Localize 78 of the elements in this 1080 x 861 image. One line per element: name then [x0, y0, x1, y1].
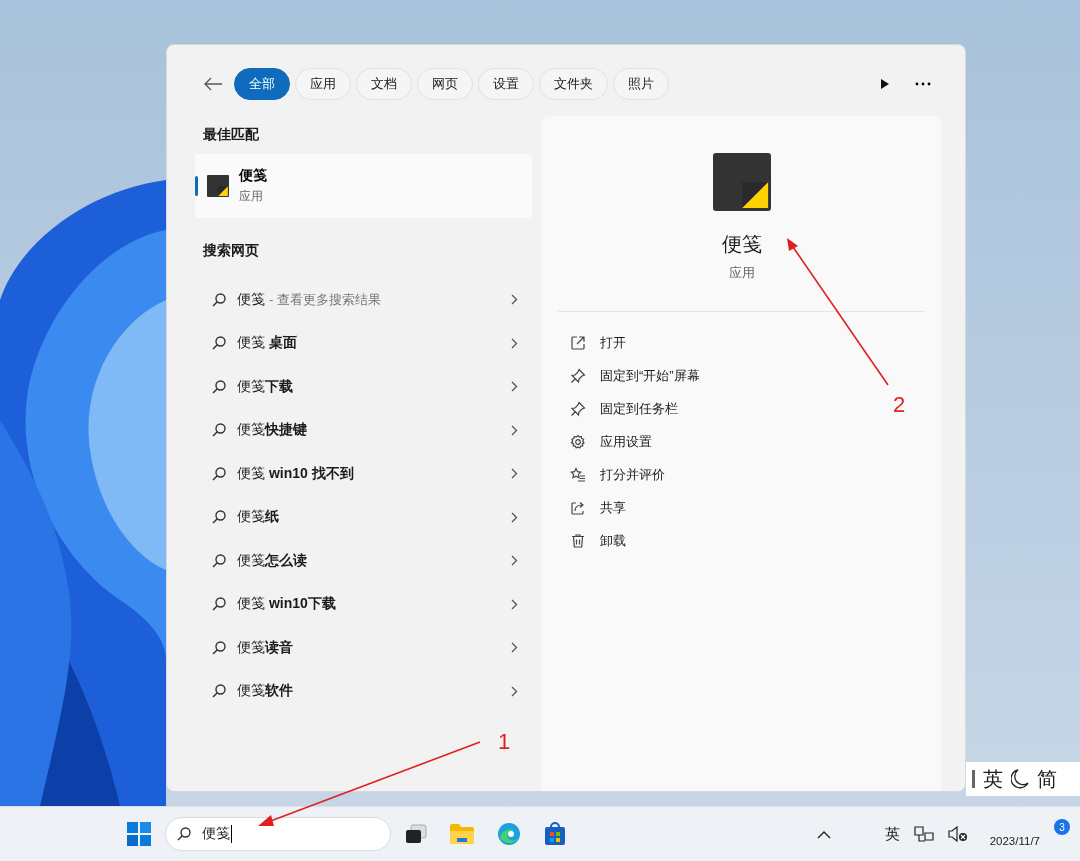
- trash-icon: [570, 532, 586, 549]
- open-external-icon: [570, 334, 586, 351]
- web-suggestion[interactable]: 便笺软件: [195, 669, 532, 713]
- search-icon: [211, 596, 227, 613]
- annotation-label: 1: [498, 729, 511, 755]
- annotation-label: 2: [893, 392, 906, 418]
- web-suggestion[interactable]: 便笺读音: [195, 626, 532, 670]
- chevron-icon: [511, 381, 518, 393]
- notification-badge[interactable]: 3: [1054, 819, 1070, 835]
- chevron-icon: [511, 511, 518, 523]
- search-icon: [211, 683, 227, 700]
- action-item[interactable]: 应用设置: [542, 425, 941, 458]
- filter-tab[interactable]: 设置: [478, 68, 534, 100]
- search-icon: [211, 639, 227, 656]
- chevron-up-icon[interactable]: [816, 829, 831, 839]
- browser-icon[interactable]: [497, 822, 521, 846]
- store-icon[interactable]: [543, 822, 567, 846]
- ime-indicator[interactable]: 英: [884, 824, 900, 844]
- settings-icon: [570, 433, 586, 450]
- search-icon: [211, 291, 227, 308]
- taskbar-search-field[interactable]: 便笺: [165, 817, 391, 851]
- chevron-icon: [511, 555, 518, 567]
- web-suggestion[interactable]: 便笺 win10下载: [195, 582, 532, 626]
- ime-mode[interactable]: 英: [983, 765, 1003, 793]
- pin-icon: [570, 400, 586, 417]
- section-heading: 最佳匹配: [202, 125, 260, 144]
- filter-tab[interactable]: 应用: [295, 68, 351, 100]
- app-title: 便笺: [721, 232, 762, 257]
- filter-tab[interactable]: 全部: [234, 68, 290, 100]
- start-button[interactable]: [127, 822, 151, 846]
- clock-date[interactable]: 2023/11/7: [989, 821, 1040, 847]
- action-item[interactable]: 打开: [542, 326, 941, 359]
- search-icon: [211, 552, 227, 569]
- folder-icon[interactable]: [449, 823, 475, 845]
- web-suggestion[interactable]: 便笺快捷键: [195, 408, 532, 452]
- chevron-icon: [511, 294, 518, 306]
- web-suggestion[interactable]: 便笺纸: [195, 495, 532, 539]
- filter-tab[interactable]: 网页: [417, 68, 473, 100]
- best-match-item[interactable]: 便笺 应用: [195, 154, 532, 218]
- star-list-icon: [570, 466, 586, 483]
- muted-speaker-icon[interactable]: [947, 825, 968, 843]
- search-icon: [211, 378, 227, 395]
- sticky-note-icon: [712, 153, 771, 211]
- section-heading: 搜索网页: [202, 241, 260, 260]
- chevron-icon: [511, 337, 518, 349]
- ime-script[interactable]: 简: [1037, 765, 1057, 793]
- back-arrow-icon: [203, 76, 223, 92]
- chevron-icon: [511, 685, 518, 697]
- moon-icon[interactable]: [1011, 769, 1029, 789]
- web-suggestion[interactable]: 便笺下载: [195, 365, 532, 409]
- web-suggestion[interactable]: 便笺 桌面: [195, 321, 532, 365]
- search-icon: [211, 509, 227, 526]
- search-icon: [211, 335, 227, 352]
- search-icon: [176, 826, 192, 842]
- pin-icon: [570, 367, 586, 384]
- play-icon: [880, 78, 890, 90]
- sticky-note-icon: [207, 175, 229, 197]
- app-type: 应用: [728, 264, 755, 282]
- chevron-icon: [511, 468, 518, 480]
- web-suggestion[interactable]: 便笺怎么读: [195, 539, 532, 583]
- filter-tab[interactable]: 照片: [613, 68, 669, 100]
- chevron-icon: [511, 598, 518, 610]
- task-view-icon[interactable]: [405, 824, 427, 844]
- search-icon: [211, 465, 227, 482]
- web-suggestion[interactable]: 便笺 win10 找不到: [195, 452, 532, 496]
- action-item[interactable]: 共享: [542, 491, 941, 524]
- chevron-icon: [511, 424, 518, 436]
- search-icon: [211, 422, 227, 439]
- more-icon: [915, 82, 931, 86]
- filter-tab[interactable]: 文件夹: [539, 68, 608, 100]
- action-item[interactable]: 固定到“开始”屏幕: [542, 359, 941, 392]
- action-item[interactable]: 卸载: [542, 524, 941, 557]
- network-icon[interactable]: [913, 825, 934, 843]
- action-item[interactable]: 打分并评价: [542, 458, 941, 491]
- chevron-icon: [511, 642, 518, 654]
- share-icon: [570, 499, 586, 516]
- filter-tab[interactable]: 文档: [356, 68, 412, 100]
- web-suggestion[interactable]: 便笺 - 查看更多搜索结果: [195, 278, 532, 322]
